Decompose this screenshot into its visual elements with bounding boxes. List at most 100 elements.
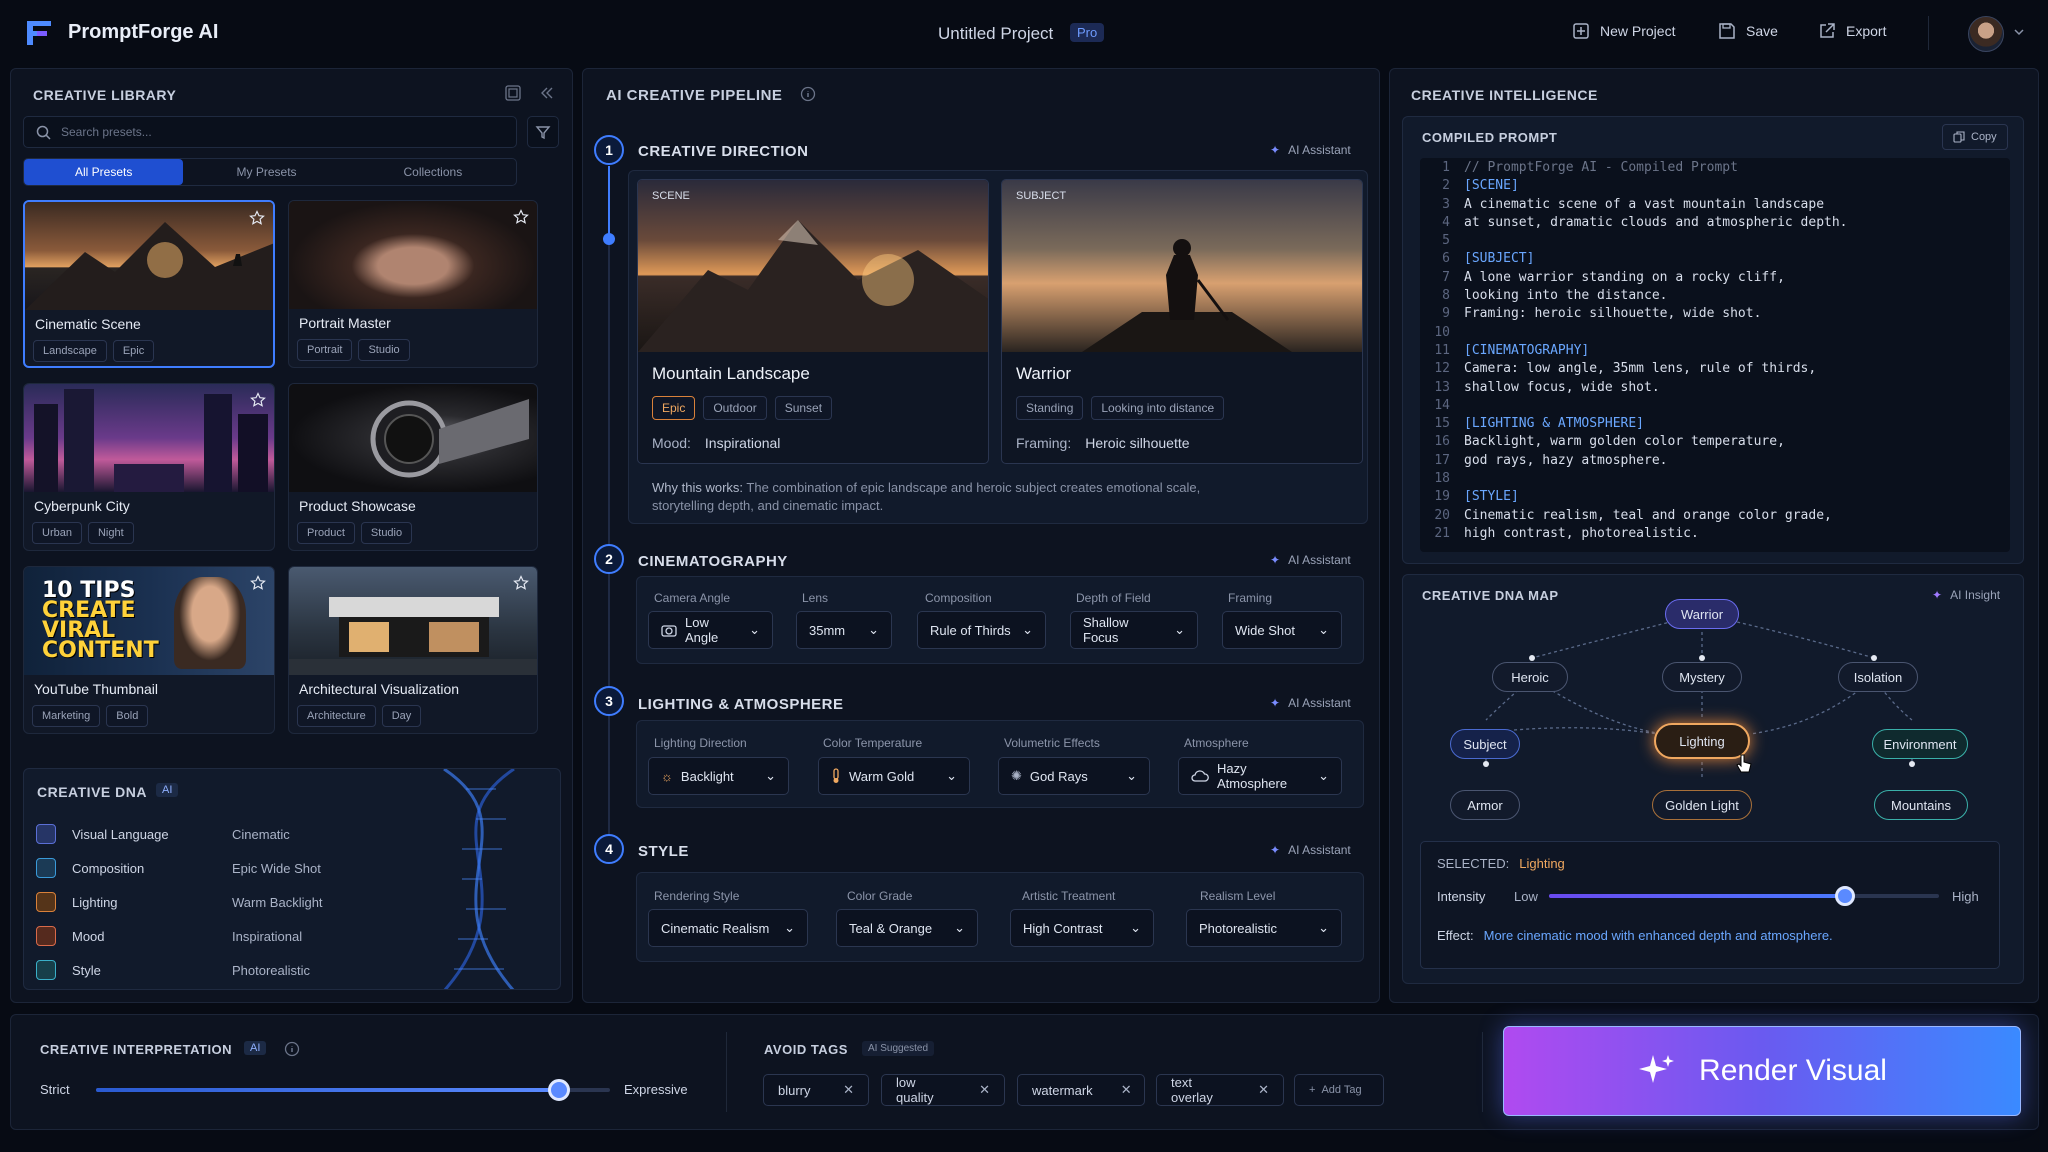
ai-assistant-button[interactable]: ✦ AI Assistant	[1270, 553, 1351, 567]
search-input[interactable]: Search presets...	[23, 116, 517, 148]
dna-node-armor[interactable]: Armor	[1450, 790, 1520, 820]
line-number: 3	[1442, 196, 1450, 212]
dna-node-golden-light[interactable]: Golden Light	[1652, 790, 1752, 820]
dropdown-value: Teal & Orange	[849, 920, 933, 936]
lighting-direction-dropdown[interactable]: ☼ Backlight ⌄	[648, 757, 789, 795]
dna-node-isolation[interactable]: Isolation	[1838, 662, 1918, 692]
new-project-button[interactable]: New Project	[1572, 22, 1675, 40]
favorite-star-icon[interactable]	[513, 209, 529, 225]
depth-of-field-dropdown[interactable]: Shallow Focus ⌄	[1070, 611, 1198, 649]
dna-node-heroic[interactable]: Heroic	[1492, 662, 1568, 692]
code-line: 5	[1424, 233, 1848, 251]
account-chevron-icon[interactable]	[2014, 28, 2024, 36]
preset-card-architectural-visualization[interactable]: Architectural Visualization Architecture…	[288, 566, 538, 734]
line-number: 16	[1434, 434, 1450, 450]
artistic-treatment-dropdown[interactable]: High Contrast ⌄	[1010, 909, 1154, 947]
thermometer-icon	[831, 768, 841, 784]
avoid-tag[interactable]: text overlay ✕	[1156, 1074, 1284, 1106]
interpretation-slider[interactable]	[96, 1079, 610, 1101]
dna-node-warrior[interactable]: Warrior	[1665, 599, 1739, 629]
ai-assistant-button[interactable]: ✦ AI Assistant	[1270, 843, 1351, 857]
close-icon[interactable]: ✕	[1258, 1082, 1269, 1098]
preset-card-youtube-thumbnail[interactable]: 10 TIPS CREATE VIRAL CONTENT YouTube Thu…	[23, 566, 275, 734]
chevron-down-icon: ⌄	[765, 768, 776, 783]
framing-dropdown[interactable]: Wide Shot ⌄	[1222, 611, 1342, 649]
user-avatar[interactable]	[1968, 16, 2004, 52]
atmosphere-dropdown[interactable]: Hazy Atmosphere ⌄	[1178, 757, 1342, 795]
strict-label: Strict	[40, 1082, 70, 1097]
project-title[interactable]: Untitled Project	[938, 24, 1053, 44]
filter-button[interactable]	[527, 116, 559, 148]
close-icon[interactable]: ✕	[843, 1082, 854, 1098]
export-button[interactable]: Export	[1818, 22, 1886, 40]
interpretation-slider-thumb[interactable]	[547, 1079, 570, 1101]
color-grade-dropdown[interactable]: Teal & Orange ⌄	[836, 909, 978, 947]
render-visual-button[interactable]: Render Visual	[1503, 1026, 2021, 1116]
avoid-tag[interactable]: low quality ✕	[881, 1074, 1005, 1106]
subject-tag[interactable]: Looking into distance	[1091, 396, 1225, 420]
subject-tag[interactable]: Standing	[1016, 396, 1084, 420]
composition-dropdown[interactable]: Rule of Thirds ⌄	[917, 611, 1046, 649]
ai-assistant-button[interactable]: ✦ AI Assistant	[1270, 696, 1351, 710]
scene-card[interactable]: SCENE Mountain Landscape Epic Outdoor Su…	[637, 179, 989, 464]
preset-card-portrait-master[interactable]: Portrait Master Portrait Studio	[288, 200, 538, 368]
line-number: 19	[1434, 489, 1450, 505]
realism-level-dropdown[interactable]: Photorealistic ⌄	[1186, 909, 1342, 947]
code-line: 6 [SUBJECT]	[1424, 251, 1848, 269]
dropdown-value: Backlight	[680, 768, 734, 784]
scene-tag-active[interactable]: Epic	[652, 396, 696, 420]
dna-node-environment[interactable]: Environment	[1872, 729, 1968, 759]
rendering-style-dropdown[interactable]: Cinematic Realism ⌄	[648, 909, 808, 947]
dna-node-subject[interactable]: Subject	[1450, 729, 1520, 759]
dna-label: Composition	[72, 860, 145, 876]
dropdown-label: Color Temperature	[823, 736, 923, 750]
volumetric-effects-dropdown[interactable]: ✺ God Rays ⌄	[998, 757, 1150, 795]
cloud-icon	[1191, 770, 1209, 782]
info-icon[interactable]	[800, 86, 816, 102]
dna-node-mystery[interactable]: Mystery	[1662, 662, 1742, 692]
add-tag-button[interactable]: + Add Tag	[1294, 1074, 1384, 1106]
preset-card-product-showcase[interactable]: Product Showcase Product Studio	[288, 383, 538, 551]
lens-dropdown[interactable]: 35mm ⌄	[796, 611, 892, 649]
dropdown-label: Volumetric Effects	[1004, 736, 1100, 750]
copy-button[interactable]: Copy	[1942, 124, 2008, 150]
dna-node-mountains[interactable]: Mountains	[1874, 790, 1968, 820]
avoid-tag[interactable]: blurry ✕	[763, 1074, 869, 1106]
favorite-star-icon[interactable]	[513, 575, 529, 591]
tab-my-presets[interactable]: My Presets	[183, 159, 349, 185]
line-number: 8	[1442, 288, 1450, 304]
copy-label: Copy	[1971, 131, 1997, 143]
color-temperature-dropdown[interactable]: Warm Gold ⌄	[818, 757, 970, 795]
avoid-tag-label: blurry	[778, 1082, 811, 1098]
avoid-tag[interactable]: watermark ✕	[1017, 1074, 1145, 1106]
scene-tag[interactable]: Sunset	[774, 396, 833, 420]
subject-card[interactable]: SUBJECT Warrior Standing Looking into di…	[1001, 179, 1363, 464]
panel-layout-icon[interactable]	[505, 85, 521, 101]
ai-assistant-button[interactable]: ✦ AI Assistant	[1270, 143, 1351, 157]
intensity-slider[interactable]	[1549, 886, 1939, 906]
export-label: Export	[1846, 23, 1887, 39]
preset-tag: Portrait	[297, 339, 353, 361]
code-text: Camera: low angle, 35mm lens, rule of th…	[1464, 361, 1817, 377]
tab-collections[interactable]: Collections	[350, 159, 516, 185]
save-button[interactable]: Save	[1718, 22, 1778, 40]
info-icon[interactable]	[284, 1041, 300, 1057]
code-text: [STYLE]	[1464, 489, 1519, 505]
scene-tag[interactable]: Outdoor	[703, 396, 767, 420]
tab-all-presets[interactable]: All Presets	[24, 159, 184, 185]
preset-card-cinematic-scene[interactable]: Cinematic Scene Landscape Epic	[23, 200, 275, 368]
camera-angle-dropdown[interactable]: Low Angle ⌄	[648, 611, 773, 649]
favorite-star-icon[interactable]	[250, 392, 266, 408]
collapse-panel-icon[interactable]	[540, 86, 554, 100]
close-icon[interactable]: ✕	[1121, 1082, 1132, 1098]
code-line: 12 Camera: low angle, 35mm lens, rule of …	[1424, 361, 1848, 379]
preset-card-cyberpunk-city[interactable]: Cyberpunk City Urban Night	[23, 383, 275, 551]
close-icon[interactable]: ✕	[979, 1082, 990, 1098]
favorite-star-icon[interactable]	[249, 210, 265, 226]
code-line: 9 Framing: heroic silhouette, wide shot.	[1424, 306, 1848, 324]
chevron-down-icon: ⌄	[749, 622, 760, 637]
prompt-code: 1 // PromptForge AI - Compiled Prompt 2 [SC…	[1424, 160, 1848, 544]
chevron-down-icon: ⌄	[1318, 768, 1329, 783]
favorite-star-icon[interactable]	[250, 575, 266, 591]
code-text: Cinematic realism, teal and orange color…	[1464, 507, 1832, 523]
